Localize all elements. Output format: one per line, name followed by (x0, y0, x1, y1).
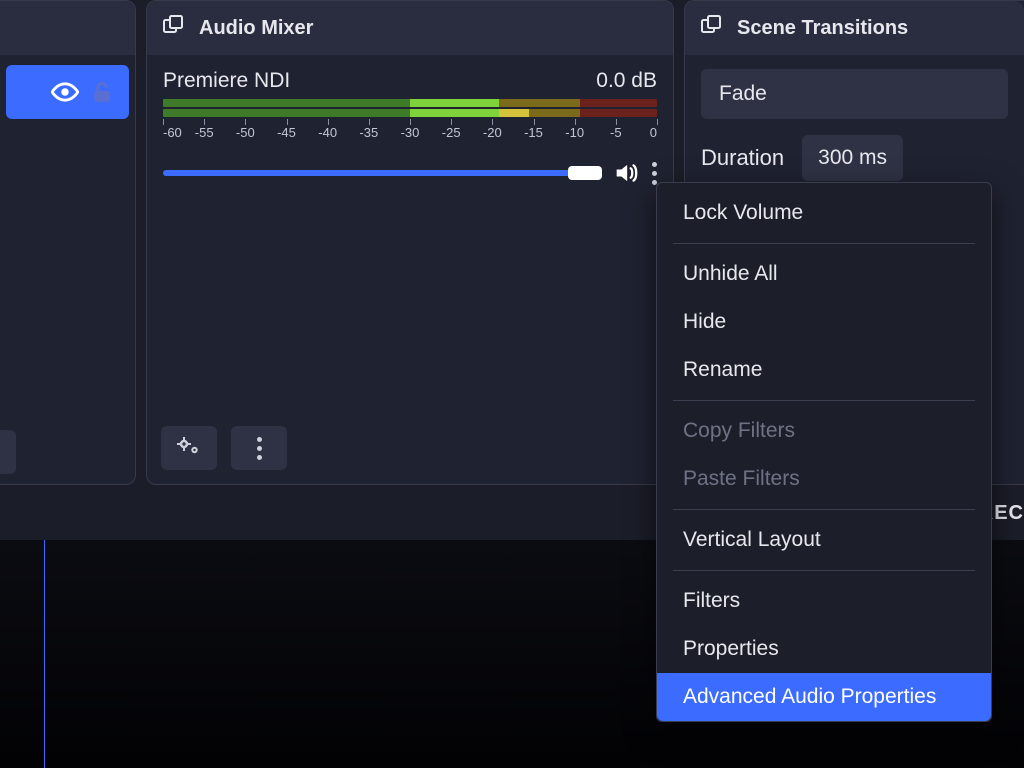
context-menu-item-vertical-layout[interactable]: Vertical Layout (657, 516, 991, 564)
mixer-settings-button[interactable] (161, 426, 217, 470)
context-menu-item-copy-filters: Copy Filters (657, 407, 991, 455)
context-menu-item-unhide-all[interactable]: Unhide All (657, 250, 991, 298)
mixer-more-button[interactable] (231, 426, 287, 470)
sources-panel (0, 0, 136, 485)
transition-select[interactable]: Fade (701, 69, 1008, 119)
level-meter (163, 99, 657, 117)
audio-mixer-context-menu: Lock Volume Unhide AllHideRename Copy Filt… (656, 182, 992, 722)
scene-transitions-title: Scene Transitions (737, 17, 908, 40)
playhead[interactable] (44, 540, 45, 768)
volume-slider-thumb[interactable] (568, 166, 602, 180)
popout-icon (161, 13, 185, 43)
audio-mixer-panel: Audio Mixer Premiere NDI 0.0 dB (146, 0, 674, 485)
context-menu-item-filters[interactable]: Filters (657, 577, 991, 625)
context-menu-separator (673, 400, 975, 401)
visibility-toggle-icon[interactable] (51, 78, 79, 106)
lock-toggle-icon[interactable] (89, 79, 115, 105)
scale-label: -40 (318, 125, 337, 140)
scale-label: -5 (610, 125, 622, 140)
duration-label: Duration (701, 145, 784, 171)
offscreen-button[interactable] (0, 430, 16, 474)
context-menu-item-paste-filters: Paste Filters (657, 455, 991, 503)
audio-mixer-header[interactable]: Audio Mixer (147, 1, 673, 55)
context-menu-separator (673, 570, 975, 571)
context-menu-separator (673, 509, 975, 510)
context-menu-separator (673, 243, 975, 244)
db-scale: -60-55-50-45-40-35-30-25-20-15-10-50 (163, 119, 657, 141)
scale-label: -55 (195, 125, 214, 140)
duration-input[interactable]: 300 ms (802, 135, 903, 181)
scene-transitions-header[interactable]: Scene Transitions (685, 1, 1024, 55)
mute-button-icon[interactable] (612, 159, 640, 187)
scale-label: -15 (524, 125, 543, 140)
context-menu-item-advanced-audio-properties[interactable]: Advanced Audio Properties (657, 673, 991, 721)
audio-mixer-title: Audio Mixer (199, 17, 313, 40)
scale-label: -35 (359, 125, 378, 140)
context-menu-item-hide[interactable]: Hide (657, 298, 991, 346)
context-menu-item-properties[interactable]: Properties (657, 625, 991, 673)
volume-slider[interactable] (163, 170, 600, 176)
duration-value: 300 ms (818, 146, 887, 170)
scale-label: 0 (650, 125, 657, 140)
scale-label: -30 (401, 125, 420, 140)
transition-selected-value: Fade (719, 82, 767, 106)
context-menu-item-lock-volume[interactable]: Lock Volume (657, 189, 991, 237)
popout-icon (699, 13, 723, 43)
context-menu-item-rename[interactable]: Rename (657, 346, 991, 394)
scale-label: -10 (565, 125, 584, 140)
kebab-icon (652, 162, 657, 185)
kebab-icon (257, 437, 262, 460)
sources-panel-header (0, 1, 135, 55)
scale-label: -50 (236, 125, 255, 140)
scale-label: -60 (163, 125, 182, 140)
scale-label: -45 (277, 125, 296, 140)
gears-icon (176, 435, 202, 462)
source-row-selected[interactable] (6, 65, 129, 119)
channel-db-readout: 0.0 dB (596, 69, 657, 93)
scale-label: -20 (483, 125, 502, 140)
channel-options-button[interactable] (652, 162, 657, 185)
channel-name: Premiere NDI (163, 69, 290, 93)
scale-label: -25 (442, 125, 461, 140)
scale-tick (657, 119, 658, 125)
